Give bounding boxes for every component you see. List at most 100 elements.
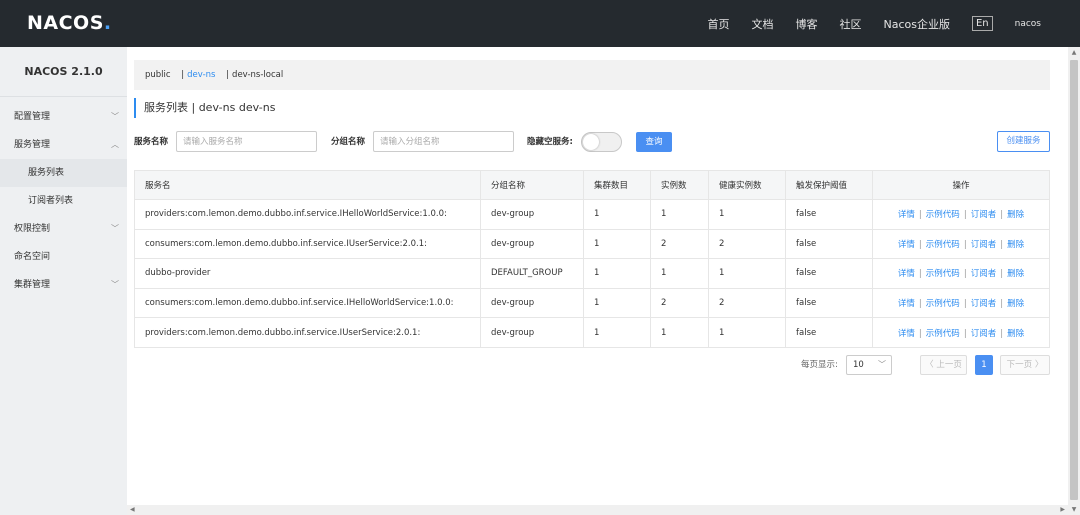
table-cell: DEFAULT_GROUP [480,258,584,289]
table-row: consumers:com.lemon.demo.dubbo.inf.servi… [134,288,1050,319]
sample-code-link[interactable]: 示例代码 [926,269,960,279]
top-header: NACOS. 首页 文档 博客 社区 Nacos企业版 En nacos [0,0,1080,47]
chevron-down-icon: ﹀ [111,224,119,233]
nav-docs[interactable]: 文档 [751,16,773,32]
scroll-up-icon[interactable]: ▲ [1068,49,1080,56]
sidebar-item-label: 配置管理 [14,112,51,122]
row-actions: 详情 | 示例代码 | 订阅者 | 删除 [872,229,1050,260]
table-cell: consumers:com.lemon.demo.dubbo.inf.servi… [134,229,481,260]
top-nav: 首页 文档 博客 社区 Nacos企业版 En nacos [707,0,1080,47]
table-header-row: 服务名 分组名称 集群数目 实例数 健康实例数 触发保护阈值 操作 [134,170,1050,200]
subscribers-link[interactable]: 订阅者 [971,210,997,220]
user-menu[interactable]: nacos [1015,19,1041,29]
table-row: dubbo-provider DEFAULT_GROUP 1 1 1 false 详情 | 示例… [134,258,1050,289]
row-actions: 详情 | 示例代码 | 订阅者 | 删除 [872,288,1050,319]
next-page-button[interactable]: 下一页 〉 [1000,355,1050,375]
table-cell: 1 [583,229,651,260]
sample-code-link[interactable]: 示例代码 [926,329,960,339]
details-link[interactable]: 详情 [898,269,915,279]
sample-code-link[interactable]: 示例代码 [926,299,960,309]
sidebar-title: NACOS 2.1.0 [0,47,127,97]
subscribers-link[interactable]: 订阅者 [971,299,997,309]
delete-link[interactable]: 删除 [1007,210,1024,220]
action-separator: | [918,328,922,339]
nav-enterprise[interactable]: Nacos企业版 [883,16,949,32]
sample-code-link[interactable]: 示例代码 [926,210,960,220]
sidebar-item-access-control[interactable]: 权限控制 ﹀ [0,215,127,243]
table-cell: false [785,288,873,319]
details-link[interactable]: 详情 [898,329,915,339]
scrollbar-thumb[interactable] [1070,60,1078,500]
sidebar-item-cluster-management[interactable]: 集群管理 ﹀ [0,271,127,299]
details-link[interactable]: 详情 [898,299,915,309]
main-content: public | dev-ns | dev-ns-local 服务列表 | dev-… [127,47,1055,515]
nav-home[interactable]: 首页 [707,16,729,32]
page-1-button[interactable]: 1 [975,355,993,375]
per-page-label: 每页显示: [801,360,838,370]
subscribers-link[interactable]: 订阅者 [971,329,997,339]
table-row: providers:com.lemon.demo.dubbo.inf.servi… [134,317,1050,348]
table-cell: dev-group [480,288,584,319]
namespace-dev-ns-local[interactable]: dev-ns-local [232,70,283,80]
table-cell: 1 [650,199,709,230]
scroll-left-icon[interactable]: ◀ [130,505,135,515]
service-table: 服务名 分组名称 集群数目 实例数 健康实例数 触发保护阈值 操作 provid… [134,170,1050,348]
action-separator: | [1000,269,1004,280]
page-title: 服务列表 | dev-ns dev-ns [134,98,275,118]
nav-blog[interactable]: 博客 [795,16,817,32]
subscribers-link[interactable]: 订阅者 [971,269,997,279]
group-name-input[interactable] [373,131,514,152]
delete-link[interactable]: 删除 [1007,299,1024,309]
column-header: 集群数目 [583,170,651,200]
hide-empty-toggle[interactable] [581,132,622,152]
sidebar-item-label: 命名空间 [14,252,51,262]
query-button[interactable]: 查询 [636,132,672,152]
namespace-public[interactable]: public [145,70,171,80]
service-name-input[interactable] [176,131,317,152]
sidebar-item-service-management[interactable]: 服务管理 ︿ [0,131,127,159]
column-header: 实例数 [650,170,709,200]
column-header: 健康实例数 [708,170,786,200]
nav-community[interactable]: 社区 [839,16,861,32]
sidebar-item-subscriber-list[interactable]: 订阅者列表 [0,187,127,215]
logo-dot: . [103,12,112,34]
language-switch-button[interactable]: En [971,16,993,31]
action-separator: | [1000,299,1004,310]
column-header: 服务名 [134,170,481,200]
nacos-logo[interactable]: NACOS. [27,12,112,34]
create-service-button[interactable]: 创建服务 [997,131,1050,152]
sidebar-item-namespace[interactable]: 命名空间 [0,243,127,271]
scroll-right-icon[interactable]: ▶ [1060,505,1065,515]
logo-text: NACOS [27,12,104,34]
service-name-label: 服务名称 [134,137,169,147]
table-cell: 2 [708,288,786,319]
sidebar-item-config-management[interactable]: 配置管理 ﹀ [0,103,127,131]
table-cell: 1 [583,288,651,319]
action-separator: | [963,239,967,250]
chevron-up-icon: ︿ [111,140,119,149]
table-cell: 1 [708,199,786,230]
action-separator: | [1000,328,1004,339]
chevron-down-icon: ﹀ [111,112,119,121]
table-row: consumers:com.lemon.demo.dubbo.inf.servi… [134,229,1050,260]
page-size-select[interactable]: 10 ﹀ [846,355,892,375]
row-actions: 详情 | 示例代码 | 订阅者 | 删除 [872,199,1050,230]
vertical-scrollbar[interactable]: ▲ ▼ [1068,47,1080,515]
table-cell: false [785,199,873,230]
sample-code-link[interactable]: 示例代码 [926,240,960,250]
delete-link[interactable]: 删除 [1007,329,1024,339]
table-cell: dev-group [480,317,584,348]
details-link[interactable]: 详情 [898,210,915,220]
subscribers-link[interactable]: 订阅者 [971,240,997,250]
table-cell: providers:com.lemon.demo.dubbo.inf.servi… [134,199,481,230]
delete-link[interactable]: 删除 [1007,240,1024,250]
details-link[interactable]: 详情 [898,240,915,250]
table-cell: false [785,258,873,289]
namespace-dev-ns[interactable]: dev-ns [187,70,215,80]
sidebar-item-service-list[interactable]: 服务列表 [0,159,127,187]
hide-empty-label: 隐藏空服务: [527,137,573,147]
scroll-down-icon[interactable]: ▼ [1068,506,1080,513]
prev-page-button[interactable]: 〈 上一页 [920,355,967,375]
horizontal-scrollbar[interactable]: ◀ ▶ [127,505,1068,515]
delete-link[interactable]: 删除 [1007,269,1024,279]
